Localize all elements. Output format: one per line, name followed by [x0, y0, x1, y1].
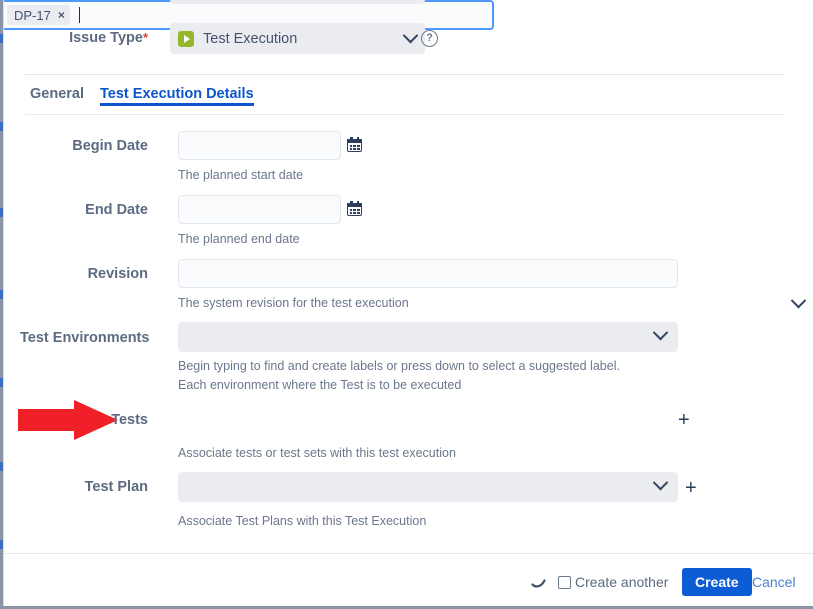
issue-type-label: Issue Type*	[20, 30, 148, 46]
end-date-label: End Date	[85, 202, 148, 218]
test-environments-hint-2: Each environment where the Test is to be…	[178, 378, 462, 392]
end-date-input[interactable]	[178, 195, 341, 224]
chevron-down-icon	[652, 474, 669, 492]
revision-label: Revision	[87, 266, 148, 282]
footer-divider	[4, 553, 813, 554]
end-date-hint: The planned end date	[178, 232, 300, 246]
checkbox-box[interactable]	[558, 575, 571, 589]
add-test-button[interactable]: +	[678, 410, 690, 430]
test-plan-hint: Associate Test Plans with this Test Exec…	[178, 514, 427, 528]
tab-test-execution-details-label: Test Execution Details	[100, 86, 254, 102]
begin-date-hint: The planned start date	[178, 168, 304, 182]
window-left-inner-edge	[3, 0, 4, 609]
tab-general-label: General	[30, 86, 84, 102]
text-caret	[78, 7, 80, 23]
tests-chip-dp-17[interactable]: DP-17 ×	[7, 5, 70, 25]
help-icon[interactable]: ?	[421, 30, 438, 47]
test-plan-label: Test Plan	[84, 479, 148, 495]
chevron-down-icon	[402, 27, 419, 44]
loading-spinner-icon	[531, 579, 546, 588]
calendar-icon[interactable]	[347, 137, 362, 152]
issue-type-value: Test Execution	[203, 30, 298, 47]
revision-hint: The system revision for the test executi…	[178, 296, 409, 310]
active-tab-underline	[100, 103, 254, 106]
chevron-down-icon	[652, 324, 669, 342]
scroll-marker	[0, 34, 3, 43]
tab-general[interactable]: General	[30, 86, 84, 102]
tab-bar: General Test Execution Details	[30, 86, 785, 113]
tests-hint: Associate tests or test sets with this t…	[178, 446, 456, 460]
scroll-marker	[0, 122, 3, 131]
create-issue-dialog: Issue Type* Test Execution ? General Tes…	[0, 0, 813, 609]
issue-type-select[interactable]: Test Execution	[170, 23, 425, 54]
required-asterisk: *	[142, 30, 148, 45]
tab-test-execution-details[interactable]: Test Execution Details	[100, 86, 254, 106]
create-another-label: Create another	[575, 574, 669, 590]
scroll-marker	[0, 378, 3, 387]
create-button[interactable]: Create	[682, 568, 752, 596]
test-execution-play-icon	[178, 30, 194, 47]
calendar-icon[interactable]	[347, 201, 362, 216]
issue-type-label-text: Issue Type	[69, 30, 143, 46]
begin-date-input[interactable]	[178, 131, 341, 160]
section-divider	[25, 74, 785, 75]
add-test-plan-button[interactable]: +	[685, 478, 697, 498]
test-environments-label: Test Environments	[20, 330, 150, 346]
scroll-marker	[0, 290, 3, 299]
begin-date-label: Begin Date	[72, 138, 148, 154]
tab-bar-rule	[25, 114, 785, 115]
test-environments-hint: Begin typing to find and create labels o…	[178, 359, 620, 373]
cancel-link[interactable]: Cancel	[752, 574, 796, 590]
scroll-marker	[0, 540, 3, 549]
chevron-down-icon	[790, 292, 807, 310]
test-environments-select[interactable]	[178, 322, 678, 352]
close-icon[interactable]: ×	[58, 9, 65, 21]
create-another-checkbox[interactable]: Create another	[558, 574, 668, 590]
tests-label: Tests	[111, 412, 148, 428]
tests-chip-label: DP-17	[14, 7, 51, 23]
clipped-field-above	[170, 0, 425, 4]
revision-input[interactable]	[178, 259, 678, 288]
scroll-marker	[0, 208, 3, 217]
scroll-marker	[0, 462, 3, 471]
test-plan-select[interactable]	[178, 472, 678, 502]
